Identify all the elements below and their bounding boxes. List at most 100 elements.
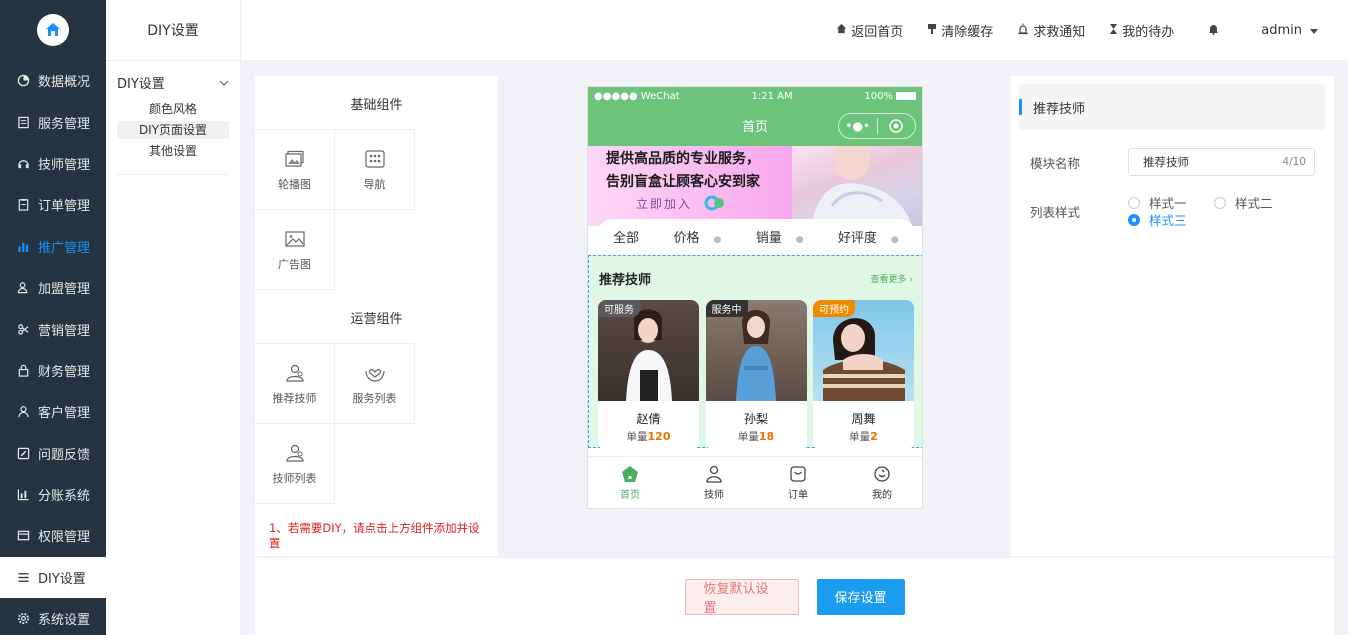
view-more-link[interactable]: 查看更多 › bbox=[871, 272, 913, 285]
radio-style-2[interactable]: 样式二 bbox=[1214, 194, 1300, 211]
sidebar-item-label: 数据概况 bbox=[38, 75, 91, 91]
component-ad-label: 广告图 bbox=[278, 257, 311, 271]
sub-nav-item-color[interactable]: 颜色风格 bbox=[117, 100, 229, 118]
radio-circle bbox=[1214, 196, 1226, 209]
tab-technician[interactable]: 技师 bbox=[672, 457, 756, 508]
tech-name: 孙梨 bbox=[743, 412, 768, 426]
filter-all[interactable]: 全部 bbox=[613, 227, 639, 246]
basic-components-grid: 轮播图 导航 广告图 bbox=[254, 129, 417, 290]
component-nav[interactable]: 导航 bbox=[334, 129, 415, 210]
reset-default-button[interactable]: 恢复默认设置 bbox=[684, 578, 799, 616]
phone-tab-bar: 首页 技师 订单 我的 bbox=[588, 456, 922, 508]
tab-mine[interactable]: 我的 bbox=[840, 457, 922, 508]
sub-nav-divider bbox=[117, 174, 229, 175]
component-recommend-tech[interactable]: 推荐技师 bbox=[254, 343, 335, 424]
back-home-link[interactable]: 返回首页 bbox=[836, 21, 903, 40]
phone-status-bar: ●●●●● WeChat 1:21 AM 100% bbox=[588, 87, 922, 105]
recommend-tech-module[interactable]: 推荐技师 查看更多 › 可服务 赵倩 单量120 服务中 孙梨 单量18 可预约… bbox=[588, 255, 922, 450]
more-dots-icon[interactable]: •●• bbox=[839, 119, 877, 133]
my-todo-link[interactable]: 我的待办 bbox=[1109, 21, 1174, 40]
tech-photo: 可预约 bbox=[813, 300, 914, 401]
sidebar-item-franchise[interactable]: 加盟管理 bbox=[0, 267, 106, 308]
sidebar-item-marketing[interactable]: 营销管理 bbox=[0, 308, 106, 349]
sidebar-item-label: 客户管理 bbox=[38, 406, 91, 422]
menu-icon bbox=[16, 570, 30, 584]
user-icon bbox=[16, 405, 30, 419]
tech-name: 周舞 bbox=[851, 412, 876, 426]
component-carousel[interactable]: 轮播图 bbox=[254, 129, 335, 210]
save-settings-button[interactable]: 保存设置 bbox=[816, 578, 905, 615]
tech-card-list: 可服务 赵倩 单量120 服务中 孙梨 单量18 可预约 周舞 单量2 bbox=[589, 300, 922, 450]
sidebar-item-finance[interactable]: 财务管理 bbox=[0, 350, 106, 391]
component-service-list[interactable]: 服务列表 bbox=[334, 343, 415, 424]
sidebar-item-orders[interactable]: 订单管理 bbox=[0, 184, 106, 225]
users-icon bbox=[284, 442, 306, 464]
phone-preview: ●●●●● WeChat 1:21 AM 100% 首页 •●• 提供高品质的专… bbox=[587, 86, 923, 509]
component-tech-list-label: 技师列表 bbox=[272, 471, 317, 485]
bar-chart-icon bbox=[16, 239, 30, 253]
sidebar-item-label: 分账系统 bbox=[38, 489, 91, 505]
sidebar-item-feedback[interactable]: 问题反馈 bbox=[0, 433, 106, 474]
orders-label: 单量 bbox=[849, 431, 871, 443]
sidebar-item-label: 加盟管理 bbox=[38, 282, 91, 298]
tech-card[interactable]: 服务中 孙梨 单量18 bbox=[705, 300, 807, 450]
tech-card[interactable]: 可预约 周舞 单量2 bbox=[813, 300, 914, 450]
sidebar-item-split[interactable]: 分账系统 bbox=[0, 474, 106, 515]
sub-nav-group-label: DIY设置 bbox=[117, 76, 165, 92]
tab-orders[interactable]: 订单 bbox=[756, 457, 840, 508]
filter-price[interactable]: 价格 ● bbox=[674, 227, 722, 246]
main-sidebar: 数据概况 服务管理 技师管理 订单管理 推广管理 加盟管理 营销管理 财务管理 … bbox=[0, 0, 106, 635]
phone-page-title: 首页 bbox=[741, 120, 768, 135]
sidebar-item-system[interactable]: 系统设置 bbox=[0, 598, 106, 635]
property-panel-header: 推荐技师 bbox=[1019, 84, 1325, 130]
pie-chart-icon bbox=[16, 74, 30, 88]
banner-headline-2: 告别盲盒让顾客心安到家 bbox=[606, 174, 760, 190]
sidebar-item-promotion[interactable]: 推广管理 bbox=[0, 226, 106, 267]
tab-home[interactable]: 首页 bbox=[588, 457, 672, 508]
filter-rating[interactable]: 好评度 ● bbox=[838, 227, 899, 246]
sub-nav-group-header[interactable]: DIY设置 bbox=[117, 73, 229, 92]
filter-sales[interactable]: 销量 ● bbox=[756, 227, 804, 246]
component-carousel-label: 轮播图 bbox=[278, 177, 311, 191]
radio-style-1[interactable]: 样式一 bbox=[1128, 194, 1214, 211]
sub-nav-item-other[interactable]: 其他设置 bbox=[117, 142, 229, 160]
battery-text: 100% bbox=[864, 90, 893, 102]
filter-price-label: 价格 bbox=[673, 230, 700, 246]
phone-banner[interactable]: 提供高品质的专业服务， 告别盲盒让顾客心安到家 立即加入 bbox=[588, 146, 922, 226]
hourglass-icon bbox=[1109, 23, 1118, 38]
ops-components-title: 运营组件 bbox=[350, 311, 403, 327]
module-name-label: 模块名称 bbox=[1030, 155, 1081, 171]
sidebar-item-label: 订单管理 bbox=[38, 199, 91, 215]
sidebar-item-technician[interactable]: 技师管理 bbox=[0, 143, 106, 184]
sidebar-item-permission[interactable]: 权限管理 bbox=[0, 515, 106, 556]
clear-cache-link[interactable]: 清除缓存 bbox=[927, 21, 993, 40]
banner-cta-text: 立即加入 bbox=[636, 197, 693, 211]
module-name-input[interactable]: 推荐技师 4/10 bbox=[1128, 148, 1315, 176]
sort-dot-icon: ● bbox=[795, 234, 804, 245]
diy-hint-note: 1、若需要DIY，请点击上方组件添加并设置 bbox=[269, 521, 480, 550]
tech-photo: 可服务 bbox=[598, 300, 699, 401]
image-icon bbox=[284, 228, 306, 250]
app-logo[interactable] bbox=[0, 0, 106, 60]
notification-bell[interactable] bbox=[1208, 23, 1223, 38]
technician-tab-icon bbox=[705, 465, 723, 483]
sidebar-item-customer[interactable]: 客户管理 bbox=[0, 391, 106, 432]
radio-style-3[interactable]: 样式三 bbox=[1128, 211, 1214, 228]
sidebar-item-overview[interactable]: 数据概况 bbox=[0, 60, 106, 101]
close-target-icon[interactable] bbox=[878, 119, 916, 133]
component-service-list-label: 服务列表 bbox=[352, 391, 397, 405]
user-menu[interactable]: admin bbox=[1261, 23, 1318, 38]
sidebar-item-diy[interactable]: DIY设置 bbox=[0, 556, 106, 599]
sub-nav-item-diy-page[interactable]: DIY页面设置 bbox=[117, 121, 229, 139]
tech-card[interactable]: 可服务 赵倩 单量120 bbox=[598, 300, 699, 450]
component-ad[interactable]: 广告图 bbox=[254, 209, 335, 290]
sidebar-item-service[interactable]: 服务管理 bbox=[0, 101, 106, 142]
home-tab-icon bbox=[621, 465, 639, 483]
user-name: admin bbox=[1261, 22, 1302, 38]
component-tech-list[interactable]: 技师列表 bbox=[254, 423, 335, 504]
sub-nav-title: DIY设置 bbox=[106, 0, 240, 61]
mini-program-capsule[interactable]: •●• bbox=[838, 113, 916, 139]
help-notice-link[interactable]: 求救通知 bbox=[1017, 21, 1085, 40]
tab-home-label: 首页 bbox=[620, 489, 640, 501]
status-badge: 服务中 bbox=[705, 300, 748, 317]
